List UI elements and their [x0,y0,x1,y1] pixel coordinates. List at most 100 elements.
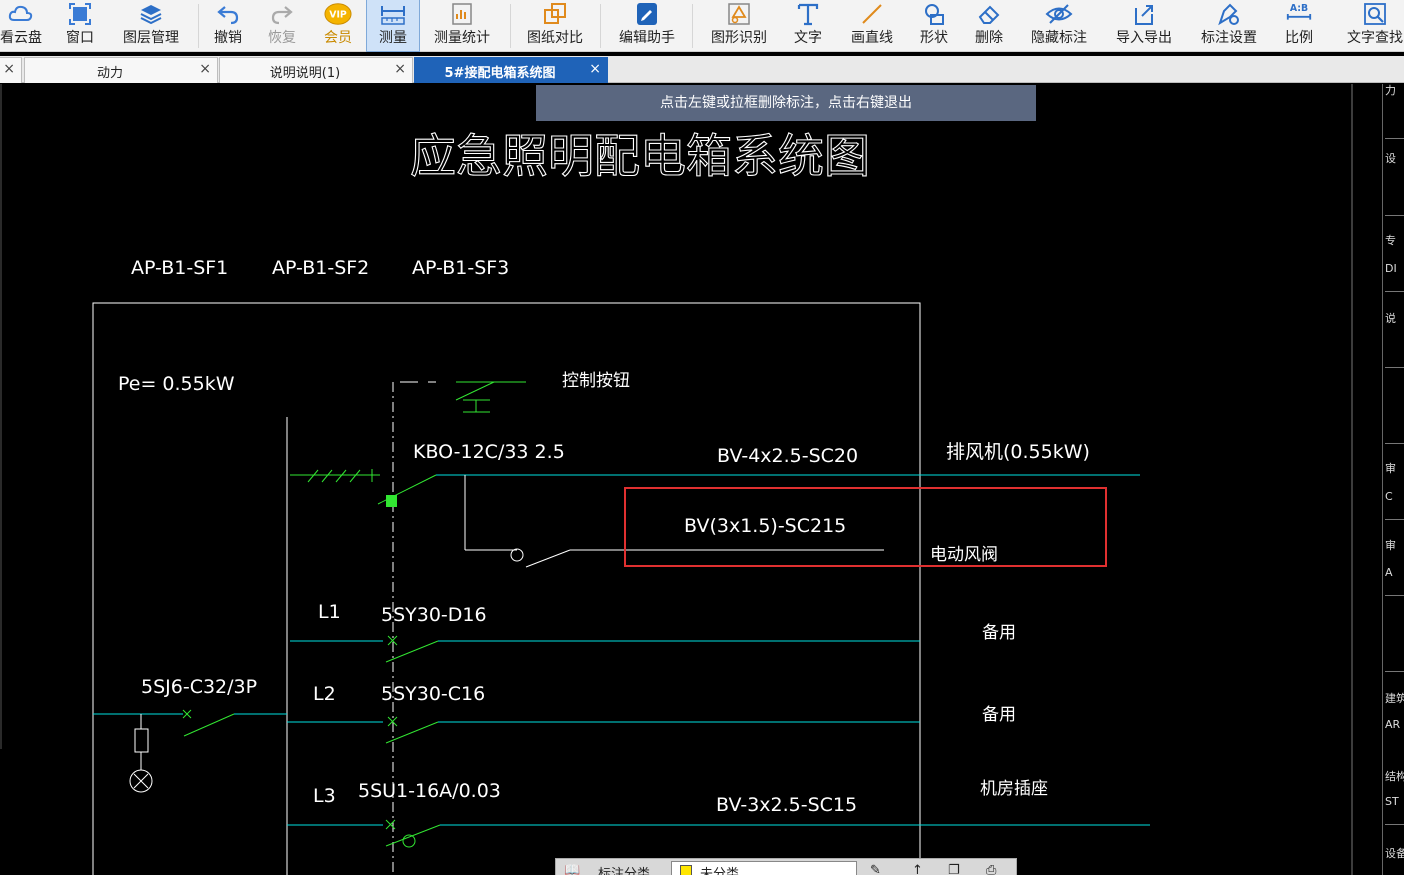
tab-label: 5#接配电箱系统图 [444,66,556,81]
right-panel-item[interactable]: 设备 [1385,847,1404,860]
power-rating: Pe= 0.55kW [118,373,235,395]
vip-icon: VIP [324,0,352,28]
hide-annotations-button[interactable]: 隐藏标注 [1026,0,1092,52]
text-icon [794,0,822,28]
import-export-icon [1130,0,1158,28]
main-breaker-contact [377,474,437,505]
fan-label: 排风机(0.55kW) [946,441,1090,463]
vip-label: 会员 [324,30,352,46]
drawing-title: 应急照明配电箱系统图 [410,129,870,183]
l3-cable-label: BV-3x2.5-SC15 [716,794,857,816]
delete-label: 删除 [975,30,1003,46]
undo-icon [214,0,242,28]
scale-button[interactable]: A:B 比例 [1279,0,1319,52]
text-search-button[interactable]: 文字查找 [1342,0,1404,52]
control-button-contact [455,381,495,401]
right-panel-divider [1385,443,1404,444]
right-panel-item[interactable]: 审 [1385,539,1404,552]
annotation-category-select[interactable]: 未分类 [671,861,857,875]
annotation-category-label: 标注分类 [598,867,651,875]
close-icon[interactable]: × [199,61,211,77]
main-breaker-label: KBO-12C/33 2.5 [413,441,565,463]
right-panel-item[interactable]: 建筑 [1385,692,1404,705]
incoming-contact [183,713,235,737]
close-icon[interactable]: × [394,61,406,77]
scale-icon-text: A:B [1290,3,1308,14]
measure-button[interactable]: 测量 [366,0,420,52]
tab-notes[interactable]: 说明说明(1) × [219,57,413,83]
drawing-compare-label: 图纸对比 [527,30,583,46]
box-id-3: AP-B1-SF3 [412,257,509,279]
cloud-disk-label: 看云盘 [0,30,42,46]
print-icon[interactable]: ⎙ [986,863,996,875]
right-panel-divider [1385,291,1404,292]
right-panel-item[interactable]: C [1385,490,1404,503]
drawing-compare-button[interactable]: 图纸对比 [522,0,588,52]
l2-phase-label: L2 [313,683,336,705]
delete-button[interactable]: 删除 [969,0,1009,52]
import-export-button[interactable]: 导入导出 [1110,0,1178,52]
window-label: 窗口 [66,30,94,46]
copy-icon[interactable]: ❐ [948,863,960,875]
cad-drawing: 应急照明配电箱系统图 AP-B1-SF1 AP-B1-SF2 AP-B1-SF3… [0,84,1353,875]
edit-assistant-button[interactable]: 编辑助手 [614,0,680,52]
damper-cable-label: BV(3x1.5)-SC215 [684,515,846,537]
window-button[interactable]: 窗口 [60,0,100,52]
cloud-icon [7,0,35,28]
drawing-canvas[interactable]: 应急照明配电箱系统图 AP-B1-SF1 AP-B1-SF2 AP-B1-SF3… [0,84,1404,875]
right-panel-item[interactable]: A [1385,566,1404,579]
scale-icon: A:B [1285,0,1313,28]
right-panel-item[interactable]: 力 [1385,84,1404,97]
annotation-settings-icon [1215,0,1243,28]
tab-partial[interactable]: × [0,57,22,83]
tab-distribution-diagram[interactable]: 5#接配电箱系统图 × [414,57,608,83]
right-panel-divider [1385,138,1404,139]
right-panel-item[interactable]: 设 [1385,152,1404,165]
redo-label: 恢复 [268,30,296,46]
redo-icon [268,0,296,28]
right-panel-item[interactable]: 说 [1385,312,1404,325]
l2-breaker-label: 5SY30-C16 [381,683,485,705]
layer-manager-label: 图层管理 [123,30,179,46]
cloud-disk-button[interactable]: 看云盘 [0,0,46,52]
right-panel-item[interactable]: AR [1385,718,1404,731]
category-color-swatch [680,865,692,875]
text-search-icon [1361,0,1389,28]
draw-line-button[interactable]: 画直线 [846,0,898,52]
l1-contact [385,640,439,663]
close-icon[interactable]: × [589,61,601,77]
close-icon[interactable]: × [3,61,15,77]
damper-label: 电动风阀 [930,545,998,565]
main-breaker-hatch [349,469,361,483]
damper-contact [525,549,571,568]
toolbar-separator [692,4,693,48]
pen-icon[interactable]: ✎ [870,863,881,875]
redo-button[interactable]: 恢复 [262,0,302,52]
right-panel-item[interactable]: DI [1385,262,1404,275]
right-panel-item[interactable]: 结构 [1385,770,1404,783]
fuse-symbol [134,728,149,753]
tab-power[interactable]: 动力 × [24,57,218,83]
meter-cross [133,773,149,789]
annotation-settings-label: 标注设置 [1201,30,1257,46]
book-icon[interactable]: 📖 [564,863,580,875]
ruler-icon [379,0,407,28]
right-panel-item[interactable]: ST [1385,795,1404,808]
right-panel-item[interactable]: 审 [1385,462,1404,475]
l1-circuit-label: 备用 [982,623,1016,643]
incoming-breaker-label: 5SJ6-C32/3P [141,676,257,698]
undo-button[interactable]: 撤销 [208,0,248,52]
l1-phase-label: L1 [318,601,341,623]
arrow-up-icon[interactable]: ↑ [912,863,923,875]
shape-recognize-button[interactable]: 图形识别 [706,0,772,52]
layer-manager-button[interactable]: 图层管理 [118,0,184,52]
vip-button[interactable]: VIP 会员 [318,0,358,52]
shape-button[interactable]: 形状 [914,0,954,52]
annotation-settings-button[interactable]: 标注设置 [1196,0,1262,52]
measure-stats-label: 测量统计 [434,30,490,46]
box-id-1: AP-B1-SF1 [131,257,228,279]
text-tool-button[interactable]: 文字 [788,0,828,52]
right-panel-item[interactable]: 专 [1385,234,1404,247]
measure-stats-button[interactable]: 测量统计 [428,0,496,52]
annotation-category-value: 未分类 [700,867,740,875]
